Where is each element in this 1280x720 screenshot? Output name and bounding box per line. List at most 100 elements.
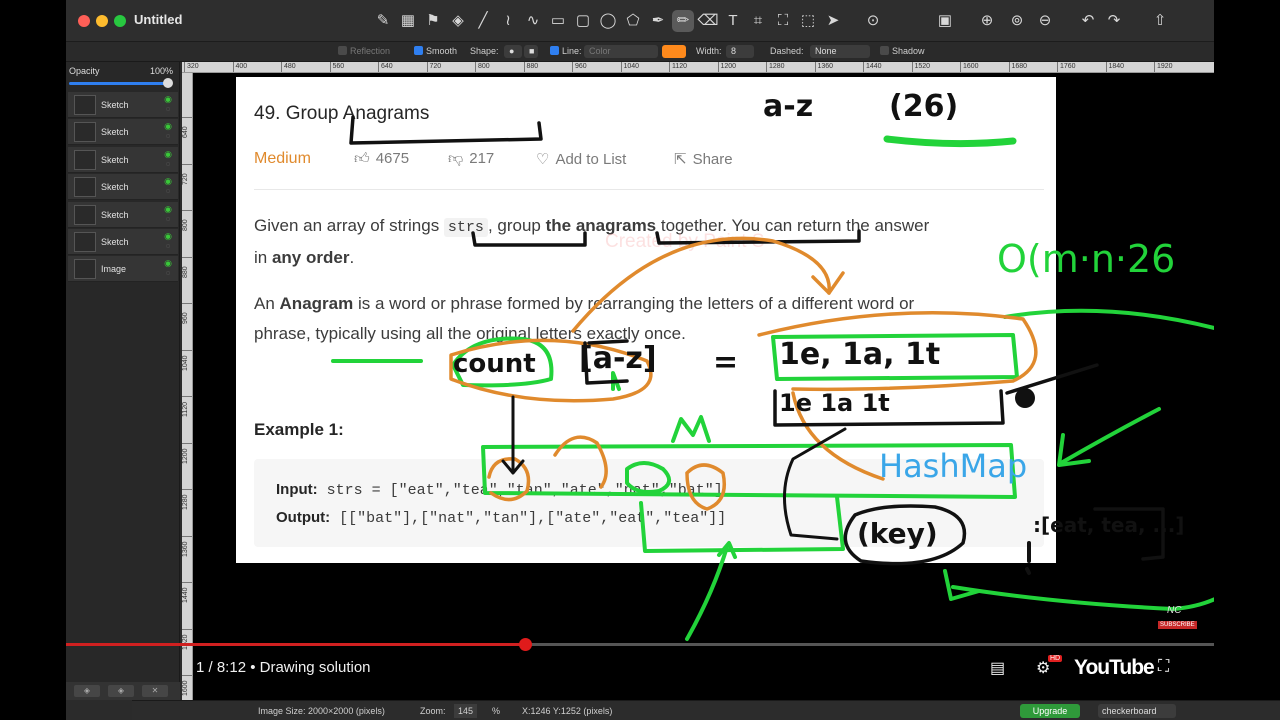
lock-icon[interactable]: ◌ bbox=[166, 161, 170, 168]
pen-icon[interactable]: ✒ bbox=[647, 10, 669, 32]
opacity-slider-knob[interactable] bbox=[163, 78, 173, 88]
ruler-tick: 320 bbox=[184, 62, 199, 72]
shadow-checkbox[interactable]: Shadow bbox=[880, 46, 925, 56]
lock-icon[interactable]: ◌ bbox=[166, 188, 170, 195]
close-window-button[interactable] bbox=[78, 15, 90, 27]
color-select[interactable]: Color bbox=[584, 45, 658, 58]
zoom-fit-icon[interactable]: ⊚ bbox=[1006, 10, 1028, 32]
pencil-icon[interactable]: ✏ bbox=[672, 10, 694, 32]
lock-icon[interactable]: ◌ bbox=[166, 216, 170, 223]
share-icon[interactable]: ⇧ bbox=[1149, 10, 1171, 32]
eraser-icon[interactable]: ⌫ bbox=[697, 10, 719, 32]
layer-row[interactable]: Sketch ◉ ◌ bbox=[68, 229, 178, 255]
ruler-tick-label: 1440 bbox=[182, 587, 189, 603]
ruler-tick: 1040 bbox=[182, 349, 192, 371]
background-select[interactable]: checkerboard bbox=[1098, 704, 1176, 718]
paint-bucket-icon[interactable]: ◈ bbox=[447, 10, 469, 32]
ellipse-icon[interactable]: ◯ bbox=[597, 10, 619, 32]
minimize-window-button[interactable] bbox=[96, 15, 108, 27]
zoom-label: Zoom: bbox=[420, 706, 446, 716]
color-swatch-icon[interactable]: ▦ bbox=[397, 10, 419, 32]
ruler-tick: 1360 bbox=[814, 62, 833, 72]
magic-select-icon[interactable]: ⬚ bbox=[797, 10, 819, 32]
lock-icon[interactable]: ◌ bbox=[166, 106, 170, 113]
layer-thumbnail bbox=[74, 259, 96, 280]
color-picker-icon[interactable]: ✎ bbox=[372, 10, 394, 32]
crop-image-icon[interactable]: ▣ bbox=[934, 10, 956, 32]
redo-icon[interactable]: ↷ bbox=[1103, 10, 1125, 32]
eye-icon[interactable]: ◉ bbox=[164, 258, 172, 269]
line-checkbox[interactable]: Line: bbox=[550, 46, 582, 56]
eye-icon[interactable]: ◉ bbox=[164, 176, 172, 187]
opacity-slider[interactable] bbox=[69, 82, 169, 85]
layer-row[interactable]: Sketch ◉ ◌ bbox=[68, 201, 178, 228]
color-swatch[interactable] bbox=[662, 45, 686, 58]
crop-icon[interactable]: ⌗ bbox=[747, 10, 769, 32]
ruler-tick: 480 bbox=[281, 62, 296, 72]
fullscreen-icon[interactable]: ⛶ bbox=[1158, 658, 1169, 676]
layer-name: Sketch bbox=[101, 237, 129, 247]
upgrade-button[interactable]: Upgrade bbox=[1020, 704, 1080, 718]
zigzag-icon[interactable]: ≀ bbox=[497, 10, 519, 32]
zoom-input[interactable]: 145 bbox=[454, 704, 478, 718]
eye-icon[interactable]: ◉ bbox=[164, 231, 172, 242]
layer-name: Sketch bbox=[101, 127, 129, 138]
delete-layer-button[interactable]: ✕ bbox=[142, 685, 168, 697]
rounded-rect-icon[interactable]: ▢ bbox=[572, 10, 594, 32]
layer-row[interactable]: Sketch ◉ ◌ bbox=[68, 92, 178, 118]
width-input[interactable]: 8 bbox=[726, 45, 754, 58]
layer-row[interactable]: Sketch ◉ ◌ bbox=[68, 146, 178, 173]
layer-name: Sketch bbox=[101, 154, 129, 165]
ruler-tick: 1520 bbox=[911, 62, 930, 72]
video-progress-bar[interactable] bbox=[66, 638, 1214, 651]
undo-icon[interactable]: ↶ bbox=[1077, 10, 1099, 32]
shape-square-button[interactable]: ■ bbox=[524, 45, 538, 58]
fill-icon[interactable]: ⚑ bbox=[422, 10, 444, 32]
reflection-checkbox[interactable]: Reflection bbox=[338, 46, 390, 56]
polygon-icon[interactable]: ⬠ bbox=[622, 10, 644, 32]
lock-icon[interactable]: ◌ bbox=[166, 243, 170, 250]
channel-watermark[interactable]: NC bbox=[1167, 605, 1181, 616]
pointer-icon[interactable]: ➤ bbox=[822, 10, 844, 32]
zoom-window-button[interactable] bbox=[114, 15, 126, 27]
ruler-tick: 560 bbox=[329, 62, 344, 72]
handwritten-az-bracket: [a-z] bbox=[579, 341, 657, 376]
ruler-tick-label: 960 bbox=[182, 312, 189, 324]
more-options-icon[interactable]: ⊙ bbox=[862, 10, 884, 32]
eye-icon[interactable]: ◉ bbox=[164, 149, 172, 160]
app-root: Untitled ✎ ▦ ⚑ ◈ ╱ ≀ ∿ ▭ ▢ ◯ ⬠ ✒ ✏ ⌫ T ⌗ ⛶ ⬚ ➤ ⊙ ▣ ⊕ ⊚ ⊖ ↶… bbox=[0, 0, 1280, 720]
eye-icon[interactable]: ◉ bbox=[164, 94, 172, 105]
drawing-canvas[interactable]: 49. Group Anagrams Medium 👍︎ 4675 👎︎ 217 ♡… bbox=[193, 73, 1214, 700]
subscribe-badge[interactable]: SUBSCRIBE bbox=[1158, 621, 1197, 629]
zoom-out-icon[interactable]: ⊖ bbox=[1034, 10, 1056, 32]
ruler-tick: 1120 bbox=[669, 62, 687, 72]
transform-icon[interactable]: ⛶ bbox=[772, 10, 794, 32]
duplicate-layer-button[interactable]: ◈ bbox=[108, 685, 134, 697]
layers-footer: ◈ ◈ ✕ bbox=[66, 682, 180, 700]
ruler-tick: 1200 bbox=[182, 442, 192, 464]
layer-row[interactable]: Sketch ◉ ◌ bbox=[68, 119, 178, 146]
ruler-tick: 880 bbox=[182, 256, 192, 278]
layer-row[interactable]: Image ◉ ◌ bbox=[68, 256, 178, 283]
eye-icon[interactable]: ◉ bbox=[164, 121, 172, 132]
layer-name: Sketch bbox=[101, 209, 129, 220]
captions-icon[interactable]: ▤ bbox=[990, 658, 1005, 678]
line-icon[interactable]: ╱ bbox=[472, 10, 494, 32]
smooth-checkbox[interactable]: Smooth bbox=[414, 46, 457, 56]
text-icon[interactable]: T bbox=[722, 10, 744, 32]
shape-round-button[interactable]: ● bbox=[504, 45, 522, 58]
zoom-in-icon[interactable]: ⊕ bbox=[976, 10, 998, 32]
lock-icon[interactable]: ◌ bbox=[166, 133, 170, 140]
paint-window: Untitled ✎ ▦ ⚑ ◈ ╱ ≀ ∿ ▭ ▢ ◯ ⬠ ✒ ✏ ⌫ T ⌗ ⛶ ⬚ ➤ ⊙ ▣ ⊕ ⊚ ⊖ ↶… bbox=[66, 0, 1280, 720]
layer-row[interactable]: Sketch ◉ ◌ bbox=[68, 174, 178, 201]
youtube-logo[interactable]: YouTube bbox=[1074, 656, 1155, 680]
eye-icon[interactable]: ◉ bbox=[164, 204, 172, 215]
dashed-select[interactable]: None bbox=[810, 45, 870, 58]
curve-icon[interactable]: ∿ bbox=[522, 10, 544, 32]
loop-arrowhead bbox=[943, 569, 981, 601]
rectangle-icon[interactable]: ▭ bbox=[547, 10, 569, 32]
lock-icon[interactable]: ◌ bbox=[166, 270, 170, 277]
layer-thumbnail bbox=[74, 95, 96, 115]
ruler-tick-label: 1040 bbox=[182, 354, 189, 371]
add-layer-button[interactable]: ◈ bbox=[74, 685, 100, 697]
